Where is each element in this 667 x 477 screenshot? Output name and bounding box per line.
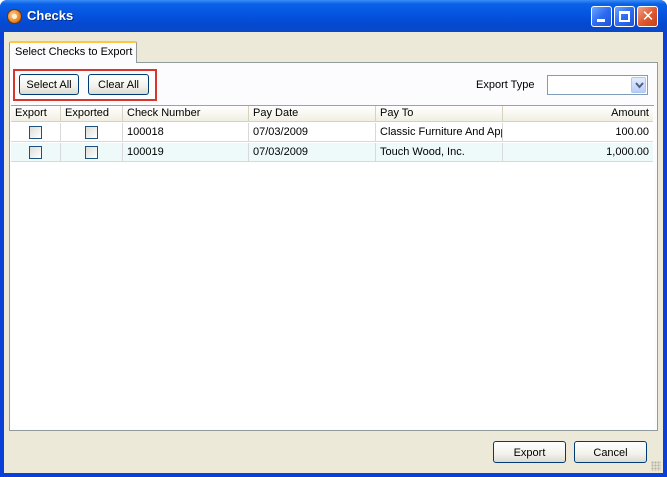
amount-cell: 1,000.00 xyxy=(606,146,649,158)
column-header-exported[interactable]: Exported xyxy=(61,106,123,122)
select-all-button[interactable]: Select All xyxy=(19,74,79,95)
title-bar[interactable]: Checks ✕ xyxy=(0,0,667,32)
app-icon[interactable] xyxy=(7,9,22,24)
checks-window: Checks ✕ Select Checks to Export Select … xyxy=(0,0,667,477)
table-row[interactable]: 100018 07/03/2009 Classic Furniture And … xyxy=(11,123,653,142)
column-header-pay-to[interactable]: Pay To xyxy=(376,106,503,122)
window-title: Checks xyxy=(27,8,74,23)
export-cell xyxy=(11,143,61,162)
clear-all-button[interactable]: Clear All xyxy=(88,74,149,95)
pay-to-cell: Touch Wood, Inc. xyxy=(376,143,503,162)
export-checkbox[interactable] xyxy=(29,126,42,139)
close-icon: ✕ xyxy=(641,8,655,25)
pay-date-cell: 07/03/2009 xyxy=(249,143,376,162)
export-checkbox[interactable] xyxy=(29,146,42,159)
column-header-export[interactable]: Export xyxy=(11,106,61,122)
column-header-amount[interactable]: Amount xyxy=(503,106,652,122)
export-cell xyxy=(11,123,61,142)
cancel-button[interactable]: Cancel xyxy=(574,441,647,463)
exported-checkbox[interactable] xyxy=(85,146,98,159)
tab-select-checks-to-export[interactable]: Select Checks to Export xyxy=(9,41,137,63)
column-header-pay-date[interactable]: Pay Date xyxy=(249,106,376,122)
exported-cell xyxy=(61,123,123,142)
grid-header: Export Exported Check Number Pay Date Pa… xyxy=(11,106,653,122)
close-button[interactable]: ✕ xyxy=(637,6,658,27)
maximize-button[interactable] xyxy=(614,6,635,27)
resize-grip-icon[interactable] xyxy=(651,461,661,471)
check-number-cell: 100018 xyxy=(123,123,249,142)
dropdown-arrow-button[interactable] xyxy=(631,77,646,93)
export-button[interactable]: Export xyxy=(493,441,566,463)
chevron-down-icon xyxy=(635,82,644,89)
tab-panel: Select All Clear All Export Type Export … xyxy=(9,62,658,431)
pay-date-cell: 07/03/2009 xyxy=(249,123,376,142)
exported-cell xyxy=(61,143,123,162)
maximize-icon xyxy=(619,11,630,22)
exported-checkbox[interactable] xyxy=(85,126,98,139)
amount-cell: 100.00 xyxy=(615,126,649,138)
pay-to-cell: Classic Furniture And Appliance xyxy=(376,123,503,142)
check-number-cell: 100019 xyxy=(123,143,249,162)
minimize-icon xyxy=(597,19,605,22)
checks-grid: Export Exported Check Number Pay Date Pa… xyxy=(11,105,654,429)
column-header-check-number[interactable]: Check Number xyxy=(123,106,249,122)
table-row[interactable]: 100019 07/03/2009 Touch Wood, Inc. 1,000… xyxy=(11,143,653,162)
window-client-area: Select Checks to Export Select All Clear… xyxy=(4,32,663,473)
export-type-dropdown[interactable] xyxy=(547,75,648,95)
export-type-label: Export Type xyxy=(476,79,535,91)
minimize-button[interactable] xyxy=(591,6,612,27)
